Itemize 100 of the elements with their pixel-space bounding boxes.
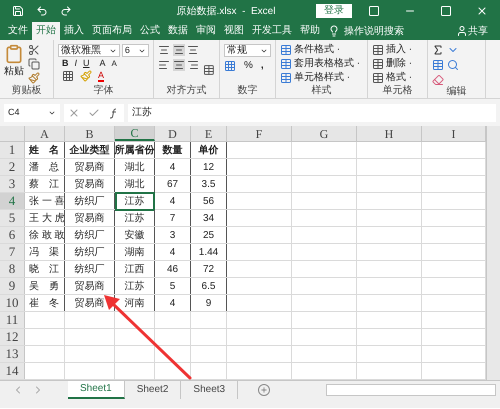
save-icon[interactable] — [12, 5, 24, 17]
shrink-font-button[interactable]: A — [112, 60, 117, 68]
row-header[interactable]: 8 — [0, 261, 25, 277]
tell-me-search[interactable]: 操作说明搜索 — [344, 24, 404, 38]
table-cell-text: 纺织厂 — [74, 228, 104, 242]
table-cell-text: 贸易商 — [74, 178, 104, 192]
align-left-icon[interactable] — [158, 59, 170, 71]
row-header[interactable]: 5 — [0, 210, 25, 226]
cells-menu-button[interactable]: 插入 · — [386, 44, 412, 56]
ribbon-tab[interactable]: 视图 — [220, 22, 248, 40]
sum-icon[interactable] — [432, 44, 444, 56]
column-header[interactable]: C — [115, 126, 155, 141]
ribbon-tab[interactable]: 数据 — [164, 22, 192, 40]
italic-button[interactable]: I — [74, 59, 78, 68]
row-header[interactable]: 11 — [0, 312, 25, 328]
border-icon[interactable] — [62, 70, 74, 82]
column-header[interactable]: D — [155, 126, 191, 141]
table-cell-text: 江西 — [124, 262, 144, 276]
undo-icon[interactable] — [36, 5, 48, 17]
ribbon-tab[interactable]: 开始 — [32, 22, 60, 40]
table-cell-text: 25 — [202, 228, 214, 242]
search-icon[interactable] — [447, 59, 459, 71]
table-cell-text: 3 — [170, 228, 176, 242]
name-box[interactable]: C4 — [4, 104, 60, 122]
copy-icon[interactable] — [28, 58, 40, 70]
cells-icon[interactable] — [372, 58, 384, 70]
horizontal-scrollbar[interactable] — [326, 384, 496, 396]
font-name-field[interactable]: 微软雅黑 — [58, 44, 120, 57]
cells-icon[interactable] — [372, 44, 384, 56]
row-header[interactable]: 14 — [0, 363, 25, 379]
table-cell-text: 6.5 — [202, 280, 216, 294]
row-header[interactable]: 3 — [0, 176, 25, 192]
paste-button[interactable]: 粘贴 — [4, 64, 24, 79]
eraser-icon[interactable] — [432, 74, 444, 86]
styles-menu-button[interactable]: 条件格式 · — [294, 44, 340, 56]
align-right-icon[interactable] — [187, 59, 200, 71]
bold-button[interactable]: B — [62, 59, 68, 68]
row-header[interactable]: 6 — [0, 227, 25, 243]
cells-icon[interactable] — [372, 72, 384, 84]
row-header[interactable]: 2 — [0, 159, 25, 175]
ribbon-tab[interactable]: 开发工具 — [248, 22, 296, 40]
ribbon-tab[interactable]: 文件 — [4, 22, 32, 40]
lightbulb-icon[interactable] — [328, 25, 340, 37]
styles-menu-button[interactable]: 单元格样式 · — [294, 72, 350, 84]
comma-button[interactable]: , — [260, 61, 264, 71]
ribbon-tab[interactable]: 页面布局 — [88, 22, 136, 40]
cells-menu-button[interactable]: 删除 · — [386, 58, 412, 70]
cancel-icon[interactable] — [68, 106, 80, 118]
align-top-icon[interactable] — [158, 44, 170, 56]
ribbon-tab[interactable]: 插入 — [60, 22, 88, 40]
table-cell-text: 纺织厂 — [74, 262, 104, 276]
row-header[interactable]: 4 — [0, 193, 25, 209]
ribbon-tab[interactable]: 审阅 — [192, 22, 220, 40]
align-center-icon[interactable] — [172, 59, 185, 71]
underline-button[interactable]: U — [83, 59, 90, 68]
styles-menu-button[interactable]: 套用表格格式 · — [294, 58, 360, 70]
align-middle-icon[interactable] — [172, 44, 185, 56]
enter-icon[interactable] — [88, 106, 100, 118]
row-header[interactable]: 1 — [0, 142, 25, 158]
group-label: 对齐方式 — [166, 86, 206, 96]
style-icon[interactable] — [280, 72, 292, 84]
column-header[interactable]: E — [191, 126, 227, 141]
scissors-icon[interactable] — [28, 44, 40, 56]
sign-in-button[interactable]: 登录 — [316, 4, 352, 18]
table-cell-text: 5 — [170, 280, 176, 294]
number-format-field[interactable]: 常规 — [224, 44, 271, 57]
align-bottom-icon[interactable] — [187, 44, 200, 56]
vertical-scrollbar[interactable] — [486, 126, 500, 380]
fill-color-icon[interactable] — [80, 70, 92, 82]
table-cell-text: 河南 — [124, 296, 144, 310]
cells-menu-button[interactable]: 格式 · — [386, 72, 412, 84]
row-header[interactable]: 10 — [0, 295, 25, 311]
close-icon[interactable] — [476, 5, 488, 17]
percent-button[interactable]: % — [244, 61, 253, 71]
row-header[interactable]: 7 — [0, 244, 25, 260]
row-header[interactable]: 9 — [0, 278, 25, 294]
formula-field[interactable]: 江苏 — [128, 104, 496, 122]
row-header[interactable]: 13 — [0, 346, 25, 362]
redo-icon[interactable] — [60, 5, 72, 17]
ribbon-tab[interactable]: 公式 — [136, 22, 164, 40]
column-header[interactable]: G — [292, 126, 357, 141]
font-color-button[interactable]: A — [98, 70, 104, 82]
person-icon[interactable] — [456, 25, 468, 37]
currency-icon[interactable] — [224, 60, 236, 72]
font-size-field[interactable]: 6 — [122, 44, 149, 57]
style-icon[interactable] — [280, 58, 292, 70]
paintbrush-icon[interactable] — [28, 72, 40, 84]
column-header[interactable]: H — [357, 126, 422, 141]
ribbon-tab[interactable]: 帮助 — [296, 22, 324, 40]
row-header[interactable]: 12 — [0, 329, 25, 345]
share-button[interactable]: 共享 — [468, 24, 488, 38]
sheet-tab[interactable]: Sheet1 — [68, 380, 125, 398]
column-header[interactable]: A — [25, 126, 65, 141]
merge-icon[interactable] — [203, 64, 215, 76]
grow-font-button[interactable]: A — [100, 59, 106, 68]
maximize-icon[interactable] — [440, 5, 452, 17]
style-icon[interactable] — [280, 44, 292, 56]
group-label: 剪贴板 — [12, 86, 42, 96]
table-cell-text: 4 — [170, 194, 176, 208]
column-header[interactable]: F — [227, 126, 292, 141]
